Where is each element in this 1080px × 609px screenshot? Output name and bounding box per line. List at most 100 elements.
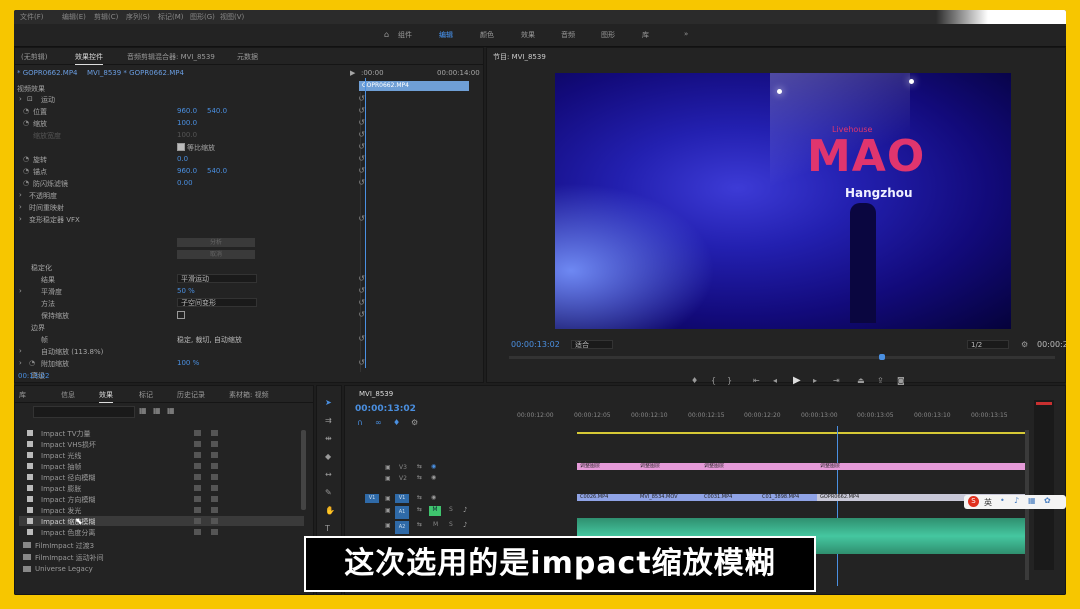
stopwatch-icon[interactable]: ◔ <box>23 179 29 187</box>
add-marker-icon[interactable]: ♦ <box>691 376 698 385</box>
microphone-icon[interactable]: ♪ <box>1014 496 1019 505</box>
expand-icon[interactable]: › <box>19 359 22 367</box>
stopwatch-icon[interactable]: ◔ <box>23 167 29 175</box>
method-dropdown[interactable]: 子空间变形 <box>177 298 257 307</box>
hand-tool-icon[interactable]: ✋ <box>325 506 335 515</box>
menu-item[interactable]: 视图(V) <box>220 12 244 22</box>
home-icon[interactable]: ⌂ <box>384 30 389 39</box>
list-item[interactable]: Impact 光线 <box>19 450 304 460</box>
ws-tab-color[interactable]: 颜色 <box>480 30 494 40</box>
settings-icon[interactable]: ⚙ <box>411 418 418 427</box>
timeline-clip[interactable]: C0026.MP4 <box>577 494 637 501</box>
mark-out-icon[interactable]: } <box>727 376 732 385</box>
rotation-value[interactable]: 0.0 <box>177 155 188 163</box>
expand-icon[interactable]: › <box>19 215 22 223</box>
fit-dropdown[interactable]: 适合 <box>571 340 613 349</box>
timeline-clip[interactable]: 调整图层 <box>577 463 637 470</box>
type-tool-icon[interactable]: T <box>325 524 330 533</box>
menu-item[interactable]: 编辑(E) <box>62 12 86 22</box>
frame-dropdown[interactable]: 稳定, 裁切, 自动缩放 <box>177 335 242 345</box>
reset-icon[interactable]: ↺ <box>358 94 365 103</box>
mark-in-icon[interactable]: { <box>711 376 716 385</box>
program-scrubber[interactable] <box>509 356 1055 359</box>
sequence-clip-path[interactable]: MVI_8539 * GOPR0662.MP4 <box>87 69 184 77</box>
step-back-icon[interactable]: ◂ <box>773 376 777 385</box>
program-timecode[interactable]: 00:00:13:02 <box>511 340 560 349</box>
folder-item[interactable]: Universe Legacy <box>19 564 304 574</box>
folder-item[interactable]: FilmImpact 运动补间 <box>19 552 304 562</box>
32bit-filter-icon[interactable]: ▦ <box>153 406 161 415</box>
yuv-filter-icon[interactable]: ▦ <box>167 406 175 415</box>
list-item-selected[interactable]: Impact 缩放模糊 <box>19 516 304 526</box>
eye-icon[interactable]: ◉ <box>431 494 436 501</box>
mute-button[interactable]: M <box>429 506 441 516</box>
ws-tab-audio[interactable]: 音频 <box>561 30 575 40</box>
analyze-button[interactable]: 分析 <box>177 238 255 247</box>
expand-motion-icon[interactable]: › <box>19 95 22 103</box>
snap-icon[interactable]: ∩ <box>357 418 363 427</box>
tab-history[interactable]: 历史记录 <box>177 390 205 400</box>
stopwatch-icon[interactable]: ◔ <box>23 155 29 163</box>
expand-icon[interactable]: › <box>19 287 22 295</box>
ws-tab-effects[interactable]: 效果 <box>521 30 535 40</box>
reset-icon[interactable]: ↺ <box>358 214 365 223</box>
expand-icon[interactable]: › <box>19 191 22 199</box>
razor-tool-icon[interactable]: ◆ <box>325 452 331 461</box>
menu-item[interactable]: 标记(M) <box>158 12 184 22</box>
reset-icon[interactable]: ↺ <box>358 106 365 115</box>
more-tabs-icon[interactable]: » <box>684 30 688 38</box>
tab-audio-mixer[interactable]: 音频剪辑混合器: MVI_8539 <box>127 52 215 62</box>
microphone-icon[interactable]: ♪ <box>463 506 467 514</box>
play-only-icon[interactable]: ▶ <box>350 69 355 77</box>
ws-tab-edit[interactable]: 编辑 <box>439 30 453 40</box>
sync-icon[interactable]: ⇆ <box>417 474 422 481</box>
work-area-bar[interactable] <box>577 432 1027 434</box>
eye-icon[interactable]: ◉ <box>431 474 436 481</box>
anchor-x-value[interactable]: 960.0 <box>177 167 197 175</box>
scale-value[interactable]: 100.0 <box>177 119 197 127</box>
folder-item[interactable]: FilmImpact 过渡3 <box>19 540 304 550</box>
smoothness-value[interactable]: 50 % <box>177 287 195 295</box>
reset-icon[interactable]: ↺ <box>358 298 365 307</box>
reset-icon[interactable]: ↺ <box>358 118 365 127</box>
reset-icon[interactable]: ↺ <box>358 310 365 319</box>
sync-icon[interactable]: ⇆ <box>417 494 422 501</box>
menu-item[interactable]: 图形(G) <box>190 12 215 22</box>
wrench-icon[interactable]: ⚙ <box>1021 340 1028 349</box>
list-item[interactable]: Impact 方向模糊 <box>19 494 304 504</box>
timeline-clip[interactable]: C01_3898.MP4 <box>759 494 817 501</box>
reset-icon[interactable]: ↺ <box>358 286 365 295</box>
timeline-playhead[interactable] <box>837 426 838 586</box>
keyboard-icon[interactable]: ▦ <box>1028 496 1036 505</box>
tab-bin[interactable]: 素材箱: 视频 <box>229 390 269 400</box>
selection-tool-icon[interactable]: ➤ <box>325 398 332 407</box>
timeline-clip[interactable]: 调整图层 <box>637 463 701 470</box>
list-item[interactable]: Impact 色度分离 <box>19 527 304 537</box>
punctuation-icon[interactable]: • <box>1000 496 1005 505</box>
solo-button[interactable]: S <box>449 506 453 513</box>
list-item[interactable]: Impact 膨胀 <box>19 483 304 493</box>
list-item[interactable]: Impact TV力量 <box>19 428 304 438</box>
microphone-icon[interactable]: ♪ <box>463 521 467 529</box>
lock-icon[interactable]: ▣ <box>385 475 391 482</box>
program-video-frame[interactable]: Livehouse MAO Hangzhou <box>555 73 1011 329</box>
solo-button[interactable]: S <box>449 521 453 528</box>
position-y-value[interactable]: 540.0 <box>207 107 227 115</box>
ime-lang-label[interactable]: 英 <box>984 497 992 508</box>
menu-item[interactable]: 文件(F) <box>20 12 44 22</box>
lock-icon[interactable]: ▣ <box>385 495 391 502</box>
antiflicker-value[interactable]: 0.00 <box>177 179 193 187</box>
tab-markers[interactable]: 标记 <box>139 390 153 400</box>
uniform-scale-checkbox[interactable] <box>177 143 185 151</box>
position-x-value[interactable]: 960.0 <box>177 107 197 115</box>
additional-scale-value[interactable]: 100 % <box>177 359 199 367</box>
tab-no-clip[interactable]: (无剪辑) <box>21 52 47 62</box>
list-item[interactable]: Impact 抽帧 <box>19 461 304 471</box>
eye-icon[interactable]: ◉ <box>431 463 436 470</box>
skin-icon[interactable]: ✿ <box>1044 496 1051 505</box>
sync-icon[interactable]: ⇆ <box>417 506 422 513</box>
result-dropdown[interactable]: 平滑运动 <box>177 274 257 283</box>
lock-icon[interactable]: ▣ <box>385 522 391 529</box>
accelerated-filter-icon[interactable]: ▦ <box>139 406 147 415</box>
program-title[interactable]: 节目: MVI_8539 <box>493 52 546 62</box>
